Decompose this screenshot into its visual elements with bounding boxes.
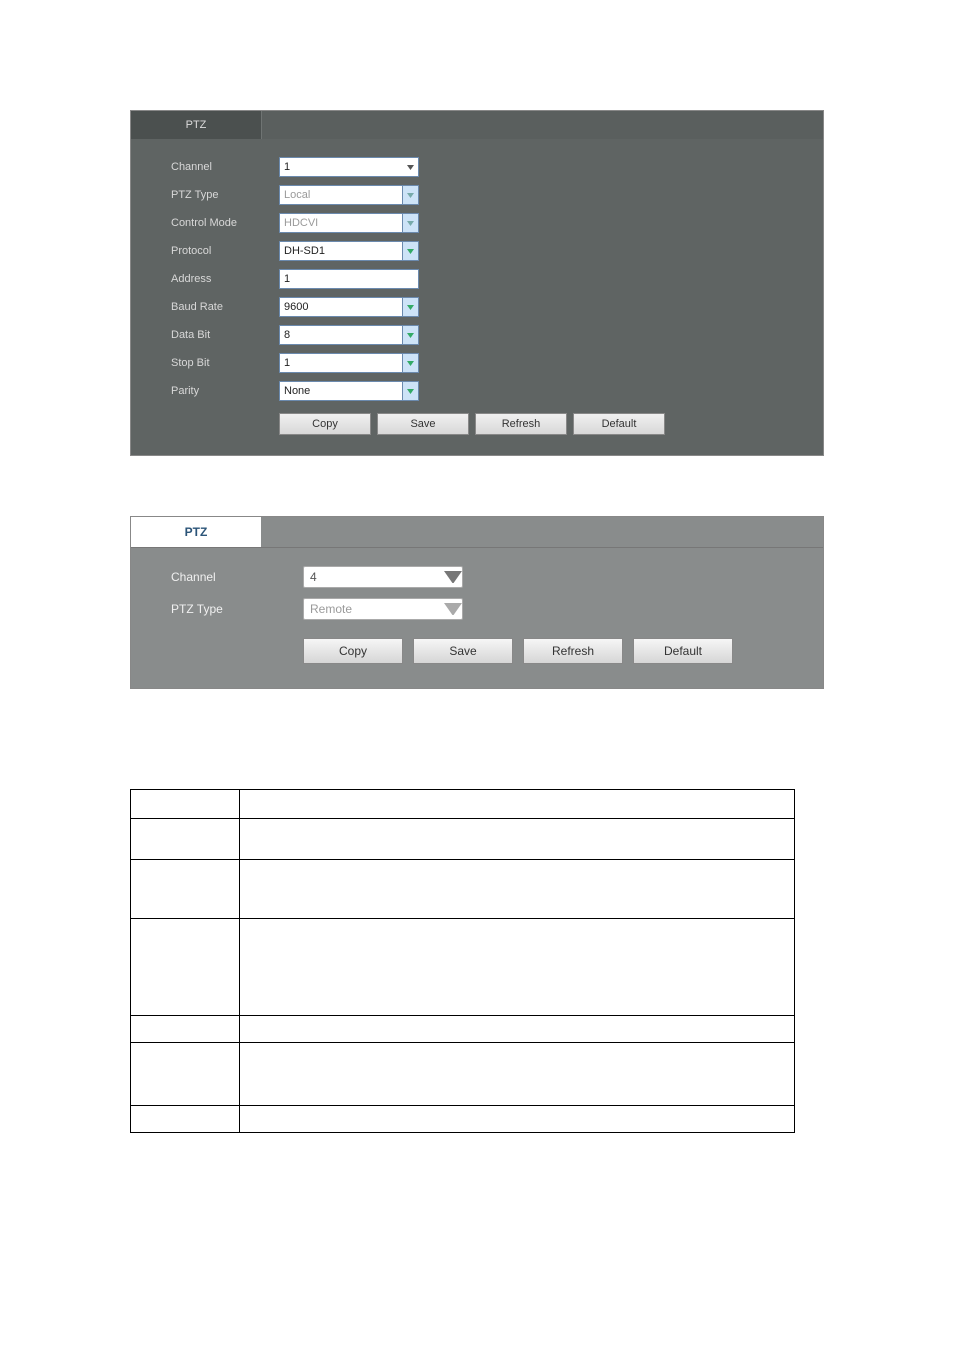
row-parity: Parity None [131, 381, 823, 401]
chevron-down-icon [402, 382, 418, 400]
table-cell [131, 1043, 240, 1106]
table-cell [240, 819, 795, 860]
row-protocol: Protocol DH-SD1 [131, 241, 823, 261]
copy-button[interactable]: Copy [303, 638, 403, 664]
default-button[interactable]: Default [573, 413, 665, 435]
address-input[interactable]: 1 [279, 269, 419, 289]
chevron-down-icon [402, 354, 418, 372]
save-button[interactable]: Save [413, 638, 513, 664]
table-cell [131, 860, 240, 919]
ptz-panel-dark: PTZ Channel 1 PTZ Type Local Contr [130, 110, 824, 456]
table-row [131, 1043, 795, 1106]
label-address: Address [131, 273, 279, 285]
ptz-panel-light: PTZ Channel 4 PTZ Type Remote Copy [130, 516, 824, 689]
button-row: Copy Save Refresh Default [279, 413, 823, 435]
chevron-down-icon [402, 214, 418, 232]
row-control-mode: Control Mode HDCVI [131, 213, 823, 233]
table-row [131, 1016, 795, 1043]
label-channel: Channel [131, 570, 303, 584]
table-cell [240, 1016, 795, 1043]
table-header-cell [240, 790, 795, 819]
control-mode-value: HDCVI [280, 217, 402, 229]
table-cell [131, 1106, 240, 1133]
table-cell [240, 1106, 795, 1133]
row-ptz-type: PTZ Type Local [131, 185, 823, 205]
tab-ptz[interactable]: PTZ [131, 517, 261, 547]
tab-bar: PTZ [131, 111, 823, 139]
label-ptz-type: PTZ Type [131, 602, 303, 616]
parity-select[interactable]: None [279, 381, 419, 401]
address-value: 1 [280, 273, 290, 285]
row-baud-rate: Baud Rate 9600 [131, 297, 823, 317]
control-mode-select: HDCVI [279, 213, 419, 233]
label-data-bit: Data Bit [131, 329, 279, 341]
row-channel: Channel 1 [131, 157, 823, 177]
refresh-button[interactable]: Refresh [475, 413, 567, 435]
table-row [131, 919, 795, 1016]
stop-bit-value: 1 [280, 357, 402, 369]
table-row [131, 860, 795, 919]
description-table [130, 789, 795, 1133]
panel-content: Channel 1 PTZ Type Local Control Mode HD… [131, 139, 823, 455]
table-cell [131, 819, 240, 860]
row-channel: Channel 4 [131, 566, 823, 588]
baud-rate-select[interactable]: 9600 [279, 297, 419, 317]
tab-ptz[interactable]: PTZ [131, 111, 262, 139]
table-row [131, 1106, 795, 1133]
channel-select[interactable]: 1 [279, 157, 419, 177]
label-ptz-type: PTZ Type [131, 189, 279, 201]
button-row: Copy Save Refresh Default [303, 638, 823, 664]
ptz-type-value: Local [280, 189, 402, 201]
stop-bit-select[interactable]: 1 [279, 353, 419, 373]
table-cell [240, 919, 795, 1016]
row-address: Address 1 [131, 269, 823, 289]
copy-button[interactable]: Copy [279, 413, 371, 435]
table-cell [131, 919, 240, 1016]
chevron-down-icon [402, 186, 418, 204]
row-ptz-type: PTZ Type Remote [131, 598, 823, 620]
chevron-down-icon [402, 242, 418, 260]
label-baud-rate: Baud Rate [131, 301, 279, 313]
table-cell [240, 860, 795, 919]
table-header-row [131, 790, 795, 819]
label-control-mode: Control Mode [131, 217, 279, 229]
baud-rate-value: 9600 [280, 301, 402, 313]
table-row [131, 819, 795, 860]
tab-bar: PTZ [131, 517, 823, 548]
default-button[interactable]: Default [633, 638, 733, 664]
row-data-bit: Data Bit 8 [131, 325, 823, 345]
ptz-type-select: Local [279, 185, 419, 205]
label-channel: Channel [131, 161, 279, 173]
row-stop-bit: Stop Bit 1 [131, 353, 823, 373]
parity-value: None [280, 385, 402, 397]
chevron-down-icon [402, 298, 418, 316]
panel-content: Channel 4 PTZ Type Remote Copy Save Refr… [131, 548, 823, 688]
label-parity: Parity [131, 385, 279, 397]
ptz-type-select: Remote [303, 598, 463, 620]
chevron-down-icon [403, 158, 418, 176]
save-button[interactable]: Save [377, 413, 469, 435]
data-bit-select[interactable]: 8 [279, 325, 419, 345]
label-stop-bit: Stop Bit [131, 357, 279, 369]
data-bit-value: 8 [280, 329, 402, 341]
chevron-down-icon [444, 599, 462, 619]
protocol-select[interactable]: DH-SD1 [279, 241, 419, 261]
table-cell [240, 1043, 795, 1106]
channel-value: 1 [280, 161, 403, 173]
table-cell [131, 1016, 240, 1043]
channel-value: 4 [304, 570, 444, 584]
channel-select[interactable]: 4 [303, 566, 463, 588]
label-protocol: Protocol [131, 245, 279, 257]
chevron-down-icon [402, 326, 418, 344]
chevron-down-icon [444, 567, 462, 587]
table-header-cell [131, 790, 240, 819]
refresh-button[interactable]: Refresh [523, 638, 623, 664]
ptz-type-value: Remote [304, 602, 444, 616]
protocol-value: DH-SD1 [280, 245, 402, 257]
